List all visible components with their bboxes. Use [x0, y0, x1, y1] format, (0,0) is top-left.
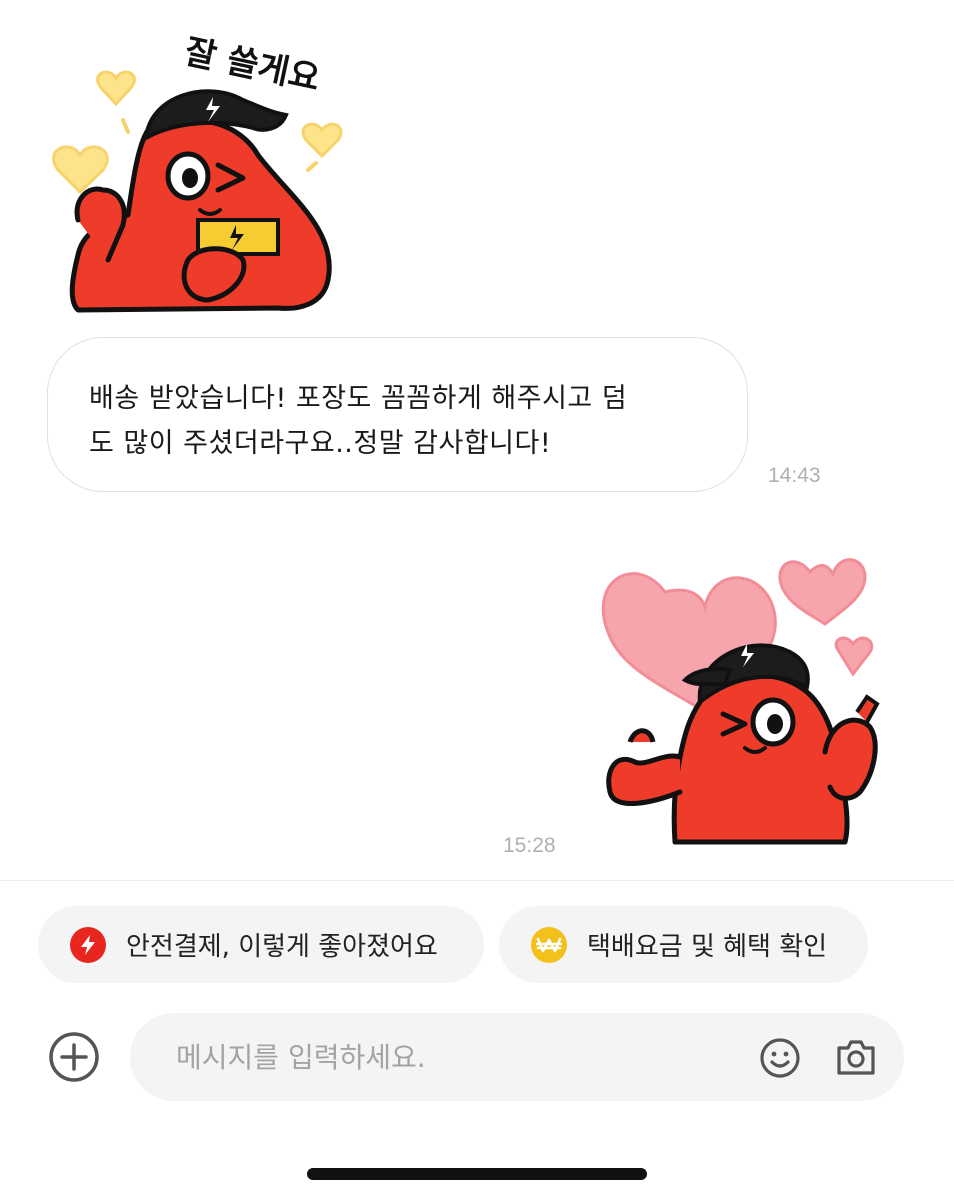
- sticker-caption: 잘 쓸게요: [181, 32, 323, 100]
- message-bubble-incoming[interactable]: 배송 받았습니다! 포장도 꼼꼼하게 해주시고 덤 도 많이 주셨더라구요..정…: [47, 337, 748, 492]
- won-coin-icon: [531, 926, 567, 963]
- home-indicator[interactable]: [307, 1168, 647, 1180]
- quick-reply-label: 안전결제, 이렇게 좋아졌어요: [126, 932, 438, 962]
- message-input[interactable]: [176, 1035, 716, 1079]
- lightning-icon: [70, 926, 106, 963]
- message-composer: [130, 1013, 904, 1101]
- smiley-icon[interactable]: [759, 1037, 801, 1079]
- quick-reply-label: 택배요금 및 혜택 확인: [587, 932, 828, 962]
- plus-circle-icon[interactable]: [48, 1031, 100, 1083]
- message-text-line: 도 많이 주셨더라구요..정말 감사합니다!: [89, 428, 552, 459]
- sticker-thumbs-up[interactable]: 잘 쓸게요: [48, 20, 358, 320]
- message-timestamp: 15:28: [503, 834, 556, 857]
- chat-screen: 잘 쓸게요 배송 받았습니다! 포장도 꼼꼼하게 해주시고 덤 도 많이 주셨더…: [0, 0, 954, 1200]
- message-timestamp: 14:43: [768, 464, 821, 487]
- divider: [0, 880, 954, 881]
- quick-reply-delivery-fee[interactable]: 택배요금 및 혜택 확인: [499, 906, 868, 983]
- sticker-finger-heart[interactable]: [595, 552, 885, 847]
- message-text-line: 배송 받았습니다! 포장도 꼼꼼하게 해주시고 덤: [89, 383, 628, 414]
- quick-reply-safe-payment[interactable]: 안전결제, 이렇게 좋아졌어요: [38, 906, 484, 983]
- camera-icon[interactable]: [836, 1038, 876, 1076]
